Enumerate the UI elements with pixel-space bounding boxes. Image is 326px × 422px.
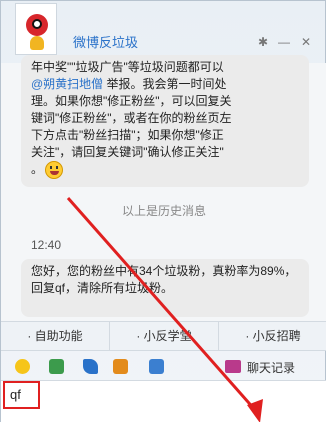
message-line: 年中奖""垃圾广告"等垃圾问题都可以 — [31, 60, 224, 74]
chat-history-button[interactable]: 聊天记录 — [247, 359, 295, 376]
input-toolbar: 聊天记录 — [1, 352, 326, 380]
history-divider: 以上是历史消息 — [121, 204, 206, 218]
message-bubble: 您好，您的粉丝中有34个垃圾粉，真粉率为89%，回复qf，清除所有垃圾粉。 — [21, 259, 309, 317]
chat-window: 微博反垃圾 ✱ — ✕ 年中奖""垃圾广告"等垃圾问题都可以 @朔黄扫地僧 举报… — [0, 0, 326, 422]
screenshot-icon[interactable] — [113, 359, 128, 374]
chat-history-pane[interactable]: 年中奖""垃圾广告"等垃圾问题都可以 @朔黄扫地僧 举报。我会第一时间处 理。如… — [1, 55, 326, 321]
service-menu-bar: · 自助功能 · 小反学堂 · 小反招聘 — [1, 321, 326, 351]
grin-emoji-icon — [45, 161, 64, 179]
message-bubble: 年中奖""垃圾广告"等垃圾问题都可以 @朔黄扫地僧 举报。我会第一时间处 理。如… — [21, 55, 309, 187]
minimize-icon[interactable]: — — [277, 35, 291, 49]
title-bar: 微博反垃圾 ✱ — ✕ — [1, 1, 326, 63]
chat-history-icon[interactable] — [225, 360, 241, 373]
message-line: 理。如果你想"修正粉丝"，可以回复关 — [31, 94, 232, 108]
menu-xiaofan-school[interactable]: · 小反学堂 — [110, 322, 219, 350]
settings-icon[interactable]: ✱ — [256, 35, 270, 49]
window-title: 微博反垃圾 — [73, 35, 139, 50]
menu-xiaofan-recruit[interactable]: · 小反招聘 — [219, 322, 326, 350]
message-line: 键词"修正粉丝"，或者在你的粉丝页左 — [31, 111, 232, 125]
emoji-icon[interactable] — [15, 359, 30, 374]
attach-icon[interactable] — [83, 359, 98, 374]
image-icon[interactable] — [49, 359, 64, 374]
weibo-body-icon — [30, 36, 44, 50]
mention-link[interactable]: @朔黄扫地僧 — [31, 77, 103, 91]
annotation-highlight-box — [3, 381, 40, 409]
message-input[interactable]: qf — [1, 380, 326, 422]
menu-self-service[interactable]: · 自助功能 — [1, 322, 110, 350]
message-line: 。 — [31, 161, 299, 179]
message-line: 关注"，请回复关键词"确认修正关注" — [31, 145, 224, 159]
message-timestamp: 12:40 — [31, 238, 62, 252]
message-line: @朔黄扫地僧 举报。我会第一时间处 — [31, 77, 227, 91]
screen-share-icon[interactable] — [149, 359, 164, 374]
avatar[interactable] — [15, 3, 57, 55]
weibo-eye-icon — [26, 14, 48, 36]
message-line: 下方点击"粉丝扫描"；如果你想"修正 — [31, 128, 224, 142]
close-icon[interactable]: ✕ — [299, 35, 313, 49]
